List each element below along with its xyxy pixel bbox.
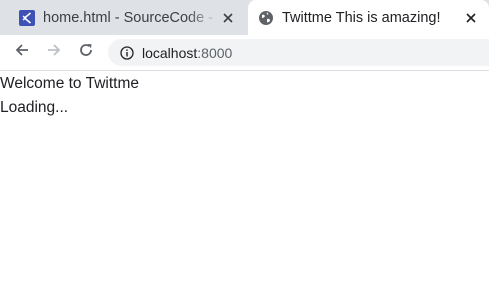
- url-text: localhost:8000: [142, 45, 232, 61]
- arrow-left-icon: [14, 42, 30, 63]
- info-icon[interactable]: [120, 45, 134, 60]
- globe-icon: [258, 10, 274, 26]
- page-content: Welcome to Twittme Loading...: [0, 71, 489, 305]
- browser-toolbar: localhost:8000: [0, 35, 489, 71]
- tab-twittme[interactable]: Twittme This is amazing!: [248, 0, 489, 35]
- welcome-heading: Welcome to Twittme: [0, 75, 139, 92]
- tab-title: home.html - SourceCode - Visual Studio C…: [43, 9, 218, 26]
- tab-vscode[interactable]: home.html - SourceCode - Visual Studio C…: [8, 0, 246, 35]
- close-icon[interactable]: [461, 8, 481, 28]
- tab-title: Twittme This is amazing!: [282, 9, 441, 26]
- address-bar[interactable]: localhost:8000: [108, 39, 489, 66]
- loading-text: Loading...: [0, 99, 69, 116]
- close-icon[interactable]: [218, 8, 238, 28]
- reload-button[interactable]: [74, 40, 98, 64]
- back-button[interactable]: [10, 40, 34, 64]
- tab-strip: home.html - SourceCode - Visual Studio C…: [0, 0, 489, 35]
- vscode-icon: [19, 9, 35, 26]
- url-host: localhost: [142, 44, 198, 61]
- url-port: :8000: [197, 44, 233, 61]
- arrow-right-icon: [46, 42, 62, 63]
- reload-icon: [78, 42, 94, 63]
- forward-button[interactable]: [42, 40, 66, 64]
